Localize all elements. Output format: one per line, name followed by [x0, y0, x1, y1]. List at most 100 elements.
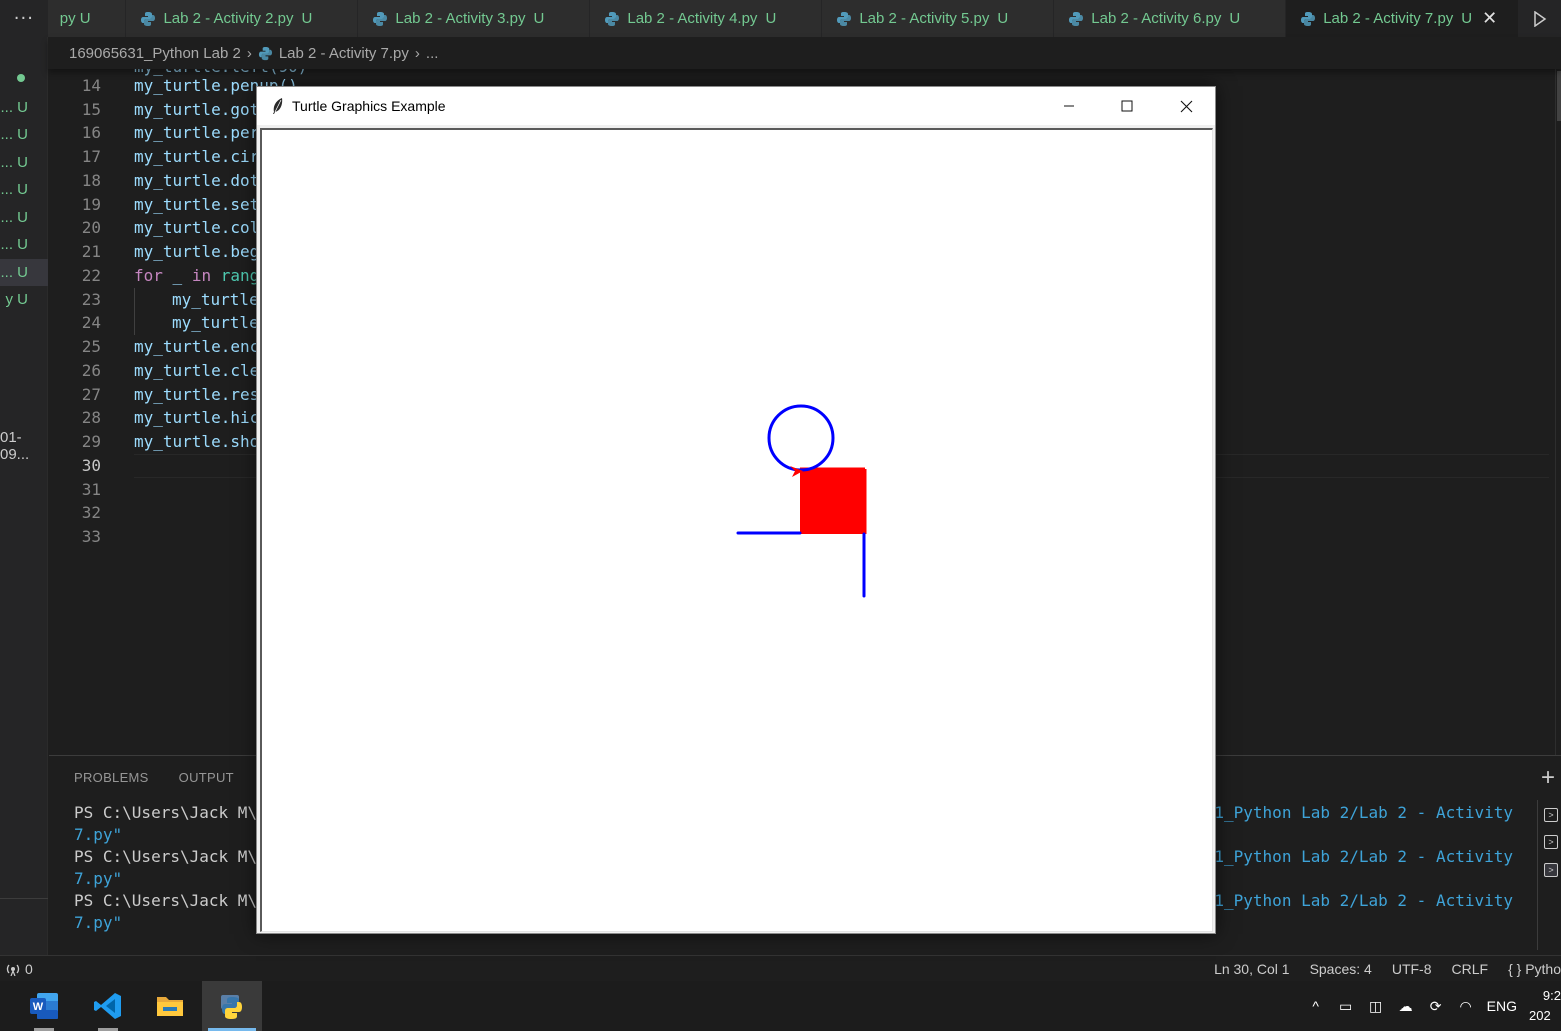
system-tray: ^ ▭ ◫ ☁ ⟳ ◠ ENG 9:2 202: [1307, 981, 1561, 1031]
explorer-item[interactable]: ... U: [0, 204, 48, 231]
windows-taskbar: W ^ ▭ ◫ ☁ ⟳ ◠ ENG 9:2 202: [0, 981, 1561, 1031]
terminal-icon[interactable]: >: [1544, 808, 1558, 822]
tab-partial[interactable]: py U: [47, 0, 127, 37]
turtle-canvas[interactable]: [260, 128, 1213, 932]
breadcrumb-file[interactable]: Lab 2 - Activity 7.py: [279, 45, 409, 62]
line-ending[interactable]: CRLF: [1452, 961, 1489, 977]
terminal-path: 31_Python Lab 2/Lab 2 - Activity: [1204, 803, 1513, 822]
taskbar-vscode[interactable]: [78, 981, 138, 1031]
language-mode[interactable]: { } Pytho: [1508, 961, 1561, 977]
terminal-icon[interactable]: >: [1544, 863, 1558, 877]
line-number: 33: [81, 527, 101, 546]
line-number: 14: [81, 76, 101, 95]
line-number: 27: [81, 385, 101, 404]
ports-count: 0: [25, 960, 33, 977]
clock-date: 202: [1529, 1008, 1551, 1023]
explorer-item[interactable]: ... U: [0, 94, 48, 121]
close-button[interactable]: [1157, 87, 1215, 125]
window-title: Turtle Graphics Example: [292, 98, 446, 114]
code-text: for _ in rang: [134, 264, 259, 288]
taskbar-python[interactable]: [202, 981, 262, 1031]
line-number: 25: [81, 337, 101, 356]
explorer-panel: ... U ... U ... U ... U ... U ... U ... …: [0, 37, 48, 955]
encoding[interactable]: UTF-8: [1392, 961, 1432, 977]
line-number: 23: [81, 290, 101, 309]
line-number: 16: [81, 123, 101, 142]
clock[interactable]: 9:2 202: [1529, 986, 1561, 1026]
new-terminal-button[interactable]: +: [1541, 764, 1555, 792]
tab-activity-5[interactable]: Lab 2 - Activity 5.py U: [822, 0, 1055, 37]
taskbar-word[interactable]: W: [14, 981, 74, 1031]
code-text: my_turtle.cir: [134, 147, 260, 166]
indentation[interactable]: Spaces: 4: [1310, 961, 1372, 977]
tab-problems[interactable]: PROBLEMS: [74, 770, 149, 785]
vscode-icon: [94, 993, 121, 1019]
tab-activity-2[interactable]: Lab 2 - Activity 2.py U: [126, 0, 359, 37]
language-indicator[interactable]: ENG: [1487, 998, 1517, 1014]
code-text: my_turtle.res: [134, 385, 260, 404]
explorer-item[interactable]: ... U: [0, 231, 48, 258]
ports-indicator[interactable]: 0: [5, 961, 33, 977]
wifi-icon[interactable]: ◠: [1457, 997, 1475, 1015]
explorer-item[interactable]: ... U: [0, 121, 48, 148]
code-text: my_turtle.col: [134, 218, 260, 237]
battery-icon[interactable]: ▭: [1337, 997, 1355, 1015]
chevron-up-icon[interactable]: ^: [1307, 997, 1325, 1015]
tab-activity-4[interactable]: Lab 2 - Activity 4.py U: [590, 0, 823, 37]
tab-output[interactable]: OUTPUT: [179, 770, 234, 785]
tab-activity-7[interactable]: Lab 2 - Activity 7.py U ✕: [1286, 0, 1520, 37]
function-name: rang: [211, 266, 260, 285]
code-text: my_turtle.per: [134, 123, 260, 142]
breadcrumb-folder[interactable]: 169065631_Python Lab 2: [69, 45, 241, 62]
svg-text:W: W: [33, 1001, 44, 1013]
line-number: 28: [81, 408, 101, 427]
explorer-item[interactable]: y U: [0, 286, 48, 313]
line-number: 31: [81, 480, 101, 499]
tab-activity-6[interactable]: Lab 2 - Activity 6.py U: [1054, 0, 1287, 37]
python-file-icon: [1069, 11, 1084, 26]
terminal-prompt: PS C:\Users\Jack M\M: [74, 847, 267, 866]
window-title-bar[interactable]: Turtle Graphics Example: [257, 87, 1215, 125]
line-number: 26: [81, 361, 101, 380]
code-text: my_turtle.got: [134, 100, 260, 119]
explorer-item[interactable]: ... U: [0, 149, 48, 176]
code-text: my_turtle.set: [134, 195, 260, 214]
play-icon: [1534, 10, 1547, 27]
indent-guide: [134, 288, 135, 312]
chevron-right-icon: ›: [246, 44, 252, 62]
tab-status: U: [301, 10, 313, 27]
line-number: 15: [81, 100, 101, 119]
python-icon: [221, 995, 242, 1019]
code-text: my_turtle.hic: [134, 408, 260, 427]
explorer-item[interactable]: ... U: [0, 259, 48, 286]
line-number: 30: [81, 456, 101, 475]
panel-tabs: PROBLEMS OUTPUT D: [74, 770, 274, 785]
maximize-button[interactable]: [1098, 87, 1156, 125]
divider: [0, 898, 48, 899]
minimize-button[interactable]: [1040, 87, 1098, 125]
tab-activity-3[interactable]: Lab 2 - Activity 3.py U: [358, 0, 591, 37]
terminal-icon[interactable]: >: [1544, 835, 1558, 849]
keyword: in: [191, 266, 212, 285]
close-icon[interactable]: ✕: [1482, 8, 1497, 29]
run-button[interactable]: [1519, 0, 1561, 37]
explorer-item[interactable]: ... U: [0, 176, 48, 203]
meet-now-icon[interactable]: ◫: [1367, 997, 1385, 1015]
scrollbar-thumb[interactable]: [1557, 71, 1561, 121]
code-text: my_turtle.cle: [134, 361, 260, 380]
python-file-icon: [258, 46, 272, 60]
editor-scrollbar[interactable]: [1555, 69, 1561, 755]
indent-guide: [134, 311, 135, 335]
breadcrumb-more[interactable]: ...: [426, 45, 439, 62]
taskbar-explorer[interactable]: [140, 981, 200, 1031]
status-items: Ln 30, Col 1 Spaces: 4 UTF-8 CRLF { } Py…: [1214, 961, 1561, 977]
cursor-position[interactable]: Ln 30, Col 1: [1214, 961, 1290, 977]
onedrive-icon[interactable]: ☁: [1397, 997, 1415, 1015]
line-number: 29: [81, 432, 101, 451]
update-icon[interactable]: ⟳: [1427, 997, 1445, 1015]
turtle-drawing: [736, 404, 867, 598]
code-token: _: [162, 266, 192, 285]
tab-overflow-button[interactable]: ···: [0, 0, 48, 37]
line-number: 20: [81, 218, 101, 237]
code-text: my_turtle: [172, 290, 259, 309]
